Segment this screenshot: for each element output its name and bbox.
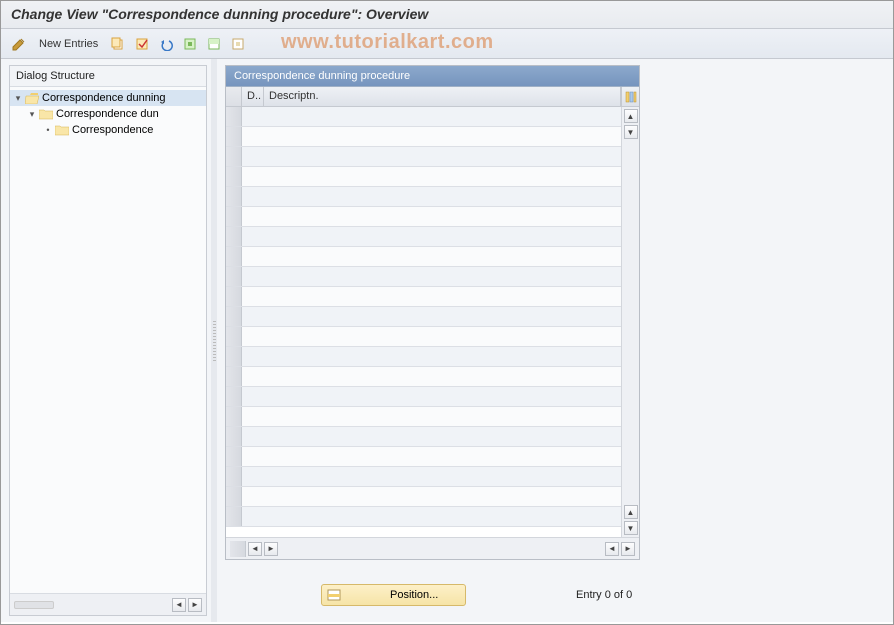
- undo-icon[interactable]: [156, 34, 176, 54]
- sidebar-footer: ◄ ►: [10, 593, 206, 615]
- column-header-description[interactable]: Descriptn.: [264, 87, 621, 106]
- main-area: Dialog Structure ▾ Correspondence dunnin…: [1, 59, 893, 622]
- column-header-d[interactable]: D..: [242, 87, 264, 106]
- scroll-down-button[interactable]: ▼: [624, 521, 638, 535]
- tree-node-label: Correspondence dun: [56, 108, 159, 120]
- scroll-right-button[interactable]: ►: [188, 598, 202, 612]
- folder-open-icon: [25, 93, 39, 104]
- grid-footer: ◄ ► ◄ ►: [226, 537, 639, 559]
- content-area: Correspondence dunning procedure D.. Des…: [217, 59, 893, 622]
- grid-header: D.. Descriptn.: [226, 87, 639, 107]
- dialog-structure-tree: ▾ Correspondence dunning ▾ Correspondenc…: [10, 87, 206, 593]
- scroll-left-button[interactable]: ◄: [172, 598, 186, 612]
- toggle-edit-icon[interactable]: [9, 34, 29, 54]
- vertical-scrollbar[interactable]: ▲ ▼ ▲ ▼: [621, 107, 639, 537]
- grid-scroll-left-button[interactable]: ◄: [248, 542, 262, 556]
- tree-node-root[interactable]: ▾ Correspondence dunning: [10, 90, 206, 106]
- select-all-icon[interactable]: [180, 34, 200, 54]
- grid-scroll-right-small-button[interactable]: ►: [264, 542, 278, 556]
- entry-counter: Entry 0 of 0: [576, 589, 632, 601]
- grid-scroll-right-button[interactable]: ►: [621, 542, 635, 556]
- scroll-down-small-button[interactable]: ▼: [624, 125, 638, 139]
- page-title: Change View "Correspondence dunning proc…: [1, 1, 893, 29]
- data-grid: Correspondence dunning procedure D.. Des…: [225, 65, 640, 560]
- tree-node-child1[interactable]: ▾ Correspondence dun: [10, 106, 206, 122]
- position-icon: [326, 587, 342, 603]
- grid-title: Correspondence dunning procedure: [226, 66, 639, 87]
- toolbar: New Entries www.tutorialkart.com: [1, 29, 893, 59]
- expand-arrow-icon[interactable]: ▾: [14, 93, 22, 104]
- scroll-up-small-button[interactable]: ▲: [624, 505, 638, 519]
- copy-as-icon[interactable]: [108, 34, 128, 54]
- bullet-icon: •: [44, 125, 52, 135]
- resize-grip[interactable]: [14, 601, 54, 609]
- folder-icon: [55, 125, 69, 136]
- new-entries-button[interactable]: New Entries: [33, 36, 104, 52]
- horizontal-scroll-track[interactable]: [280, 542, 601, 556]
- tree-node-label: Correspondence dunning: [42, 92, 166, 104]
- configure-columns-icon[interactable]: [621, 87, 639, 106]
- bottom-bar: Position... Entry 0 of 0: [321, 584, 632, 606]
- delete-icon[interactable]: [132, 34, 152, 54]
- scroll-up-button[interactable]: ▲: [624, 109, 638, 123]
- dialog-structure-title: Dialog Structure: [10, 66, 206, 87]
- dialog-structure-panel: Dialog Structure ▾ Correspondence dunnin…: [1, 59, 211, 622]
- deselect-all-icon[interactable]: [228, 34, 248, 54]
- watermark-text: www.tutorialkart.com: [281, 31, 494, 54]
- grid-rows[interactable]: [226, 107, 621, 537]
- position-button[interactable]: Position...: [321, 584, 466, 606]
- position-button-label: Position...: [390, 589, 438, 601]
- row-selector-header[interactable]: [226, 87, 242, 106]
- expand-arrow-icon[interactable]: ▾: [28, 109, 36, 120]
- grid-footer-selector: [230, 541, 246, 557]
- tree-node-label: Correspondence: [72, 124, 153, 136]
- select-block-icon[interactable]: [204, 34, 224, 54]
- grid-scroll-left-small-button[interactable]: ◄: [605, 542, 619, 556]
- folder-icon: [39, 109, 53, 120]
- tree-node-child2[interactable]: • Correspondence: [10, 122, 206, 138]
